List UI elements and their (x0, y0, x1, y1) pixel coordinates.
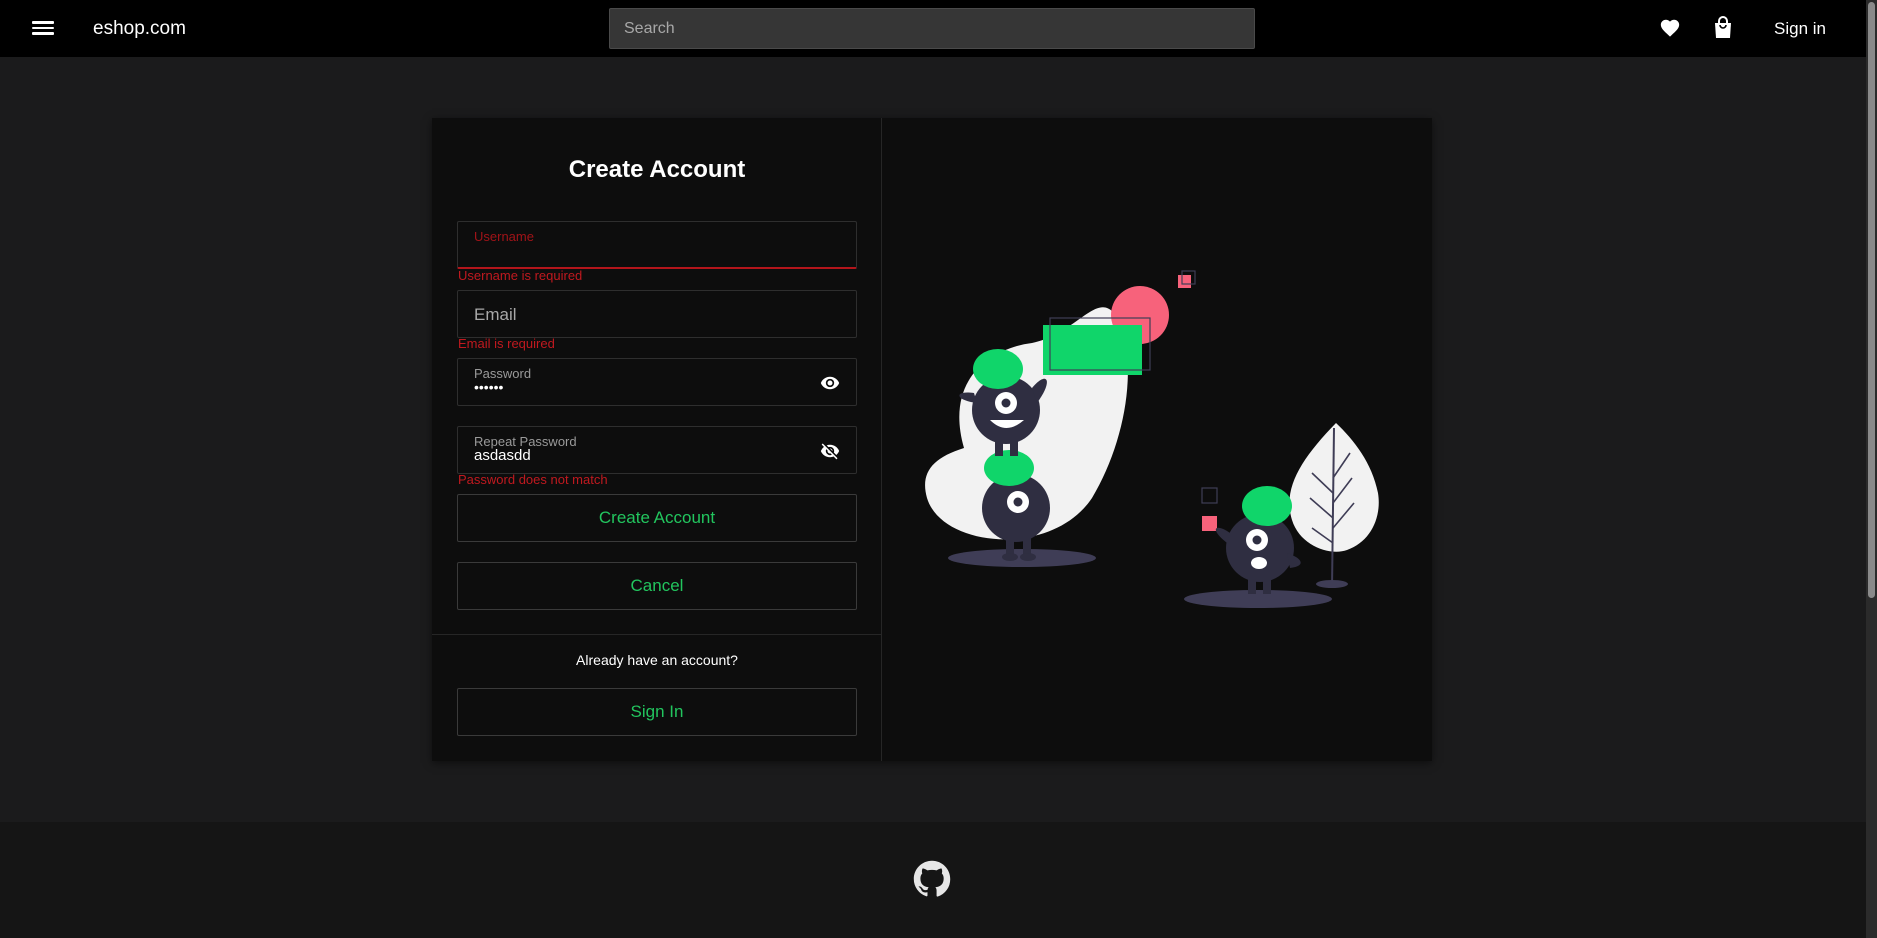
top-navbar: eshop.com Sign in (0, 0, 1866, 57)
scrollbar-thumb[interactable] (1868, 2, 1875, 598)
illustration-panel (882, 118, 1432, 761)
header-signin-link[interactable]: Sign in (1774, 19, 1826, 39)
signup-form: Create Account Username Username is requ… (432, 118, 882, 761)
page-title: Create Account (568, 156, 746, 183)
form-divider (432, 634, 882, 635)
signin-button[interactable]: Sign In (457, 688, 857, 736)
monsters-illustration (925, 270, 1379, 608)
create-account-card: Create Account Username Username is requ… (432, 118, 1432, 761)
heart-icon[interactable] (1659, 17, 1681, 44)
username-label: Username (474, 229, 534, 244)
username-error: Username is required (458, 268, 583, 283)
email-error: Email is required (458, 336, 555, 351)
eye-icon[interactable] (820, 373, 840, 398)
email-label: Email (474, 305, 517, 324)
already-have-account-text: Already have an account? (576, 652, 738, 668)
menu-icon[interactable] (32, 18, 54, 40)
eye-off-icon[interactable] (820, 441, 840, 466)
brand-logo[interactable]: eshop.com (93, 18, 186, 40)
create-account-button[interactable]: Create Account (457, 494, 857, 542)
repeat-password-error: Password does not match (458, 472, 608, 487)
page-scrollbar[interactable] (1866, 0, 1877, 938)
search-input[interactable] (609, 8, 1255, 49)
password-field[interactable]: Password •••••• (457, 358, 857, 406)
repeat-password-value: asdasdd (474, 447, 531, 464)
username-field[interactable]: Username (457, 221, 857, 269)
shopping-bag-icon[interactable] (1713, 16, 1733, 45)
github-icon[interactable] (913, 860, 951, 903)
email-field[interactable]: Email (457, 290, 857, 338)
repeat-password-field[interactable]: Repeat Password asdasdd (457, 426, 857, 474)
cancel-button[interactable]: Cancel (457, 562, 857, 610)
password-value: •••••• (474, 379, 504, 395)
